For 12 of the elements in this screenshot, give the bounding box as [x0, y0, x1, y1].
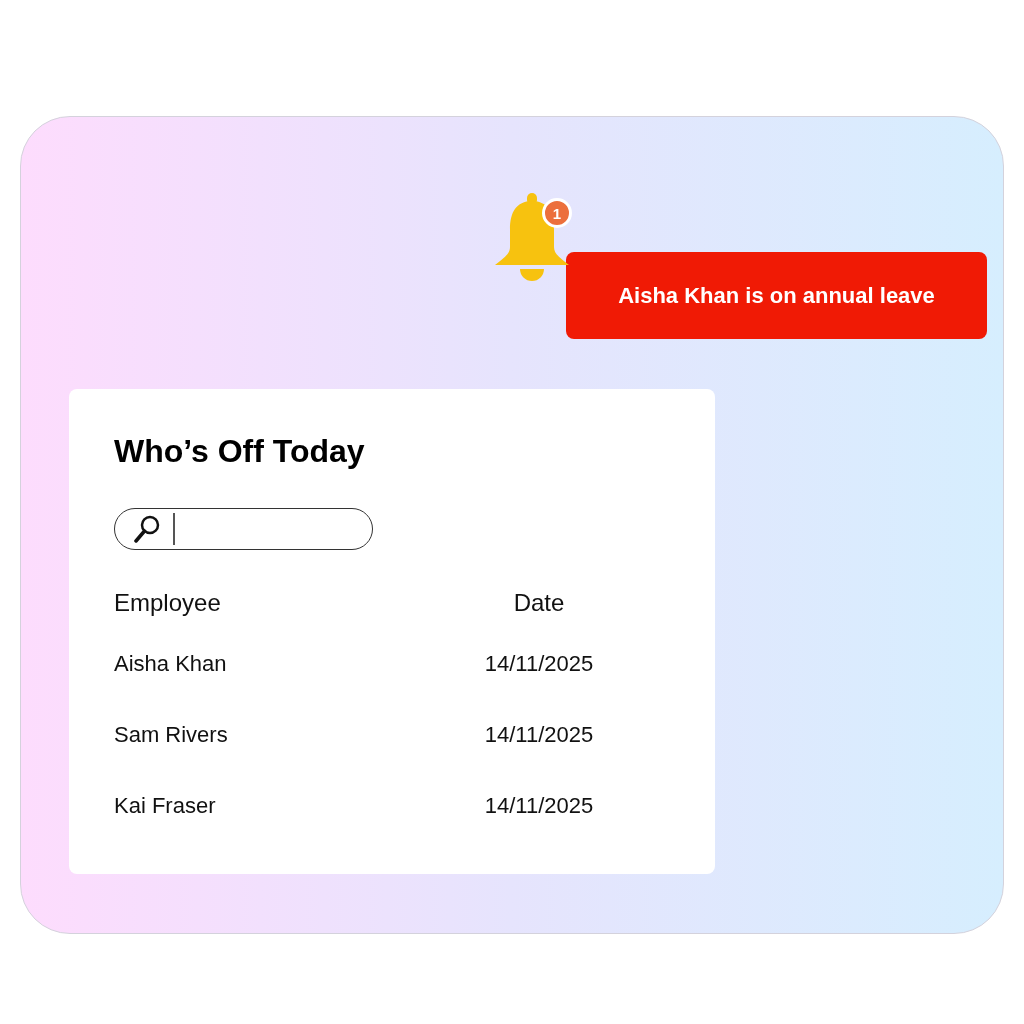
notification-toast: Aisha Khan is on annual leave: [566, 252, 987, 339]
table-cell-text: 14/11/2025: [484, 792, 594, 820]
notification-badge: 1: [542, 198, 572, 228]
table-cell-text: Aisha Khan: [114, 650, 227, 678]
column-header: Employee: [114, 588, 221, 618]
table-cell-text: 14/11/2025: [484, 650, 594, 678]
table-cell-text: 14/11/2025: [484, 721, 594, 749]
column-header: Date: [513, 588, 565, 618]
search-icon: [134, 515, 160, 543]
card-title: Who’s Off Today: [114, 433, 365, 470]
table-cell-text: Sam Rivers: [114, 721, 228, 749]
table-cell-text: Kai Fraser: [114, 792, 216, 820]
